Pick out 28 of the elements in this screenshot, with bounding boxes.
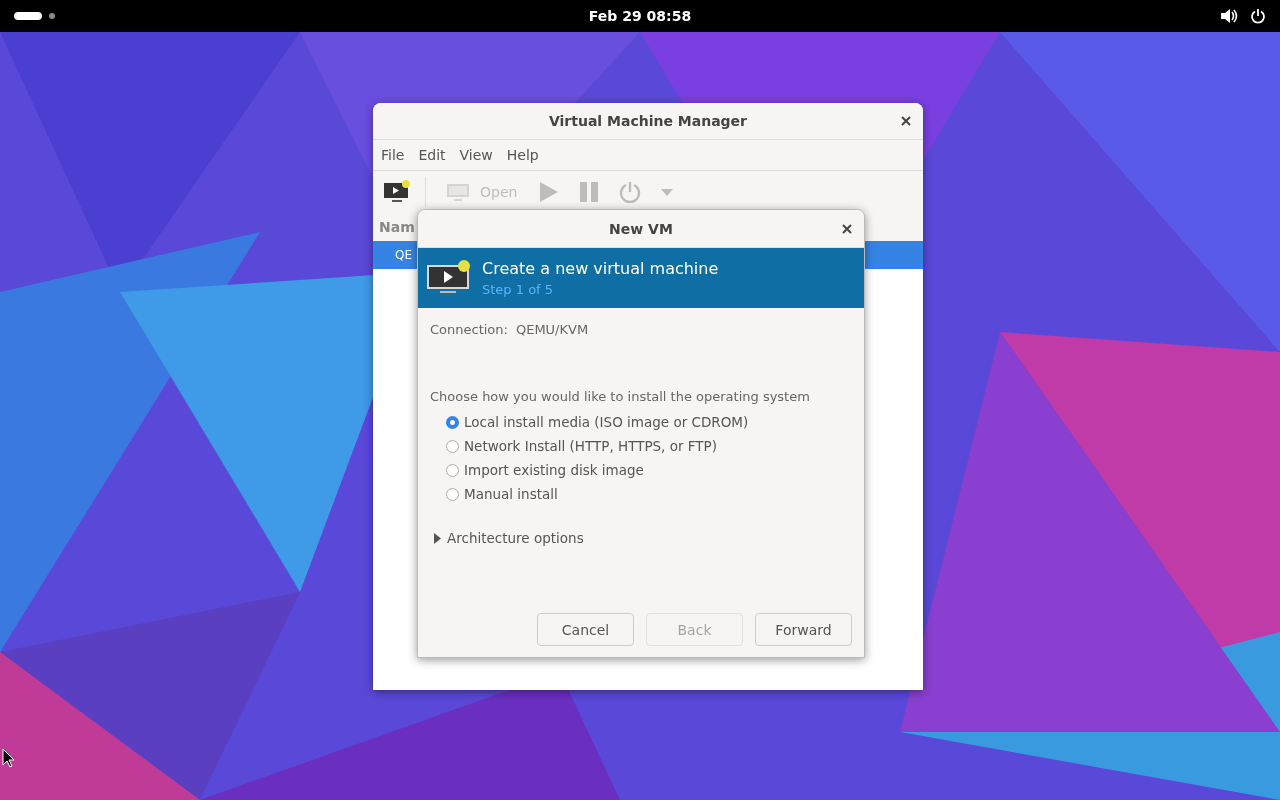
architecture-expander[interactable]: Architecture options [434, 530, 852, 546]
close-icon[interactable] [901, 116, 911, 126]
new-vm-icon[interactable] [383, 180, 411, 204]
monitor-icon [446, 182, 470, 202]
dialog-title: New VM [609, 220, 673, 237]
step-label: Step 1 of 5 [482, 282, 555, 297]
menu-item[interactable]: View [459, 147, 493, 163]
header-title: Create a new virtual machine [482, 259, 719, 278]
power-icon[interactable] [1250, 8, 1266, 24]
window-title: Virtual Machine Manager [548, 113, 748, 129]
menu-item[interactable]: Edit [418, 147, 446, 163]
dialog-button[interactable]: Cancel [537, 613, 634, 646]
install-prompt: Choose how you would like to install the operating system [430, 389, 811, 404]
radio-option[interactable]: Import existing disk image [446, 462, 852, 478]
radio-option[interactable]: Local install media (ISO image or CDROM) [446, 414, 852, 430]
radio-option[interactable]: Network Install (HTTP, HTTPS, or FTP) [446, 438, 852, 454]
radio-option[interactable]: Manual install [446, 486, 852, 502]
clock[interactable]: Feb 29 08:58 [588, 8, 692, 24]
volume-icon[interactable] [1220, 8, 1238, 24]
mouse-cursor-icon [2, 748, 14, 768]
menu-item[interactable]: Help [506, 147, 539, 163]
dialog-button[interactable]: Forward [755, 613, 852, 646]
activities-indicator-icon[interactable] [14, 12, 56, 20]
expander-triangle-icon [434, 532, 441, 544]
close-icon[interactable] [842, 223, 852, 234]
menu-item[interactable]: File [381, 147, 405, 163]
connection-label: Connection: [430, 322, 508, 337]
connection-value: QEMU/KVM [515, 322, 589, 337]
